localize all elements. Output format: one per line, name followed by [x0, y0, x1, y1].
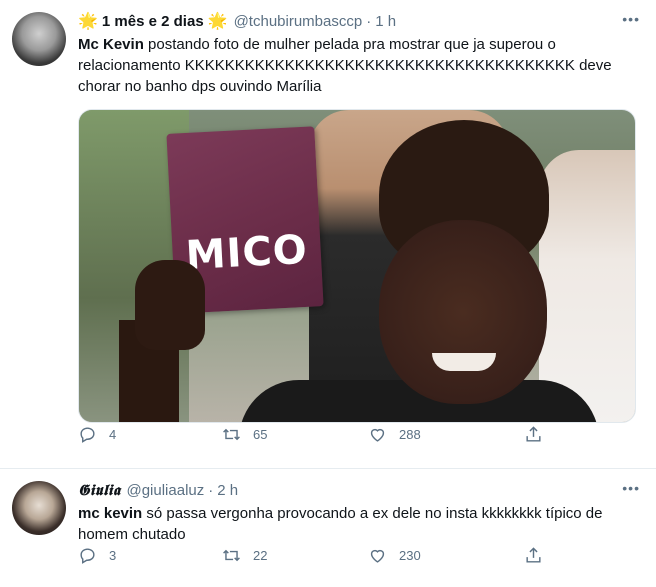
reply-icon [80, 426, 95, 443]
media-smile [432, 353, 496, 371]
share-button[interactable] [524, 425, 543, 444]
share-button[interactable] [524, 546, 543, 565]
retweet-icon [223, 549, 240, 561]
retweet-count: 22 [253, 547, 268, 563]
avatar[interactable] [12, 481, 66, 535]
display-name[interactable]: 1 mês e 2 dias [102, 13, 204, 30]
media-face [379, 220, 547, 404]
user-handle[interactable]: @tchubirumbasccp [234, 13, 363, 30]
reply-icon [80, 547, 95, 564]
like-count: 230 [399, 547, 421, 563]
tweet-text: mc kevin só passa vergonha provocando a … [78, 503, 642, 545]
user-handle[interactable]: @giuliaaluz [126, 482, 204, 499]
like-icon [370, 549, 385, 563]
star-emoji-icon: 🌟 [207, 13, 228, 30]
media-hand [135, 260, 205, 350]
more-icon[interactable]: ••• [622, 481, 640, 495]
retweet-icon [223, 428, 240, 440]
reply-count: 4 [109, 426, 117, 442]
tweet-media-image[interactable]: MICO [78, 109, 636, 423]
separator-dot: · [208, 481, 214, 499]
retweet-button[interactable]: 22 [222, 546, 267, 565]
star-emoji-icon: 🌟 [78, 13, 98, 30]
more-icon[interactable]: ••• [622, 12, 640, 26]
timestamp[interactable]: 1 h [375, 13, 396, 30]
reply-button[interactable]: 3 [78, 546, 116, 565]
share-icon [526, 546, 541, 563]
separator-dot: · [366, 12, 372, 30]
retweet-button[interactable]: 65 [222, 425, 267, 444]
retweet-count: 65 [253, 426, 268, 442]
tweet-text-body: só passa vergonha provocando a ex dele n… [78, 505, 603, 543]
share-icon [526, 425, 541, 442]
display-name[interactable]: 𝕲𝖎𝖚𝖑𝖎𝖆 [78, 481, 120, 499]
tweet-text: Mc Kevin postando foto de mulher pelada … [78, 34, 642, 97]
like-button[interactable]: 288 [368, 425, 421, 444]
timestamp[interactable]: 2 h [217, 482, 238, 499]
like-button[interactable]: 230 [368, 546, 421, 565]
avatar[interactable] [12, 12, 66, 66]
tweet[interactable]: 𝕲𝖎𝖚𝖑𝖎𝖆 @giuliaaluz · 2 h ••• mc kevin só… [0, 469, 656, 587]
reply-button[interactable]: 4 [78, 425, 116, 444]
tweet-header: 🌟 1 mês e 2 dias 🌟 @tchubirumbasccp · 1 … [78, 10, 642, 32]
like-icon [370, 428, 385, 442]
like-count: 288 [399, 426, 421, 442]
tweet-header: 𝕲𝖎𝖚𝖑𝖎𝖆 @giuliaaluz · 2 h [78, 479, 642, 501]
tweet-text-body: postando foto de mulher pelada pra mostr… [78, 36, 612, 95]
tweet-text-bold: mc kevin [78, 505, 143, 522]
tweet[interactable]: 🌟 1 mês e 2 dias 🌟 @tchubirumbasccp · 1 … [0, 0, 656, 469]
tweet-text-bold: Mc Kevin [78, 36, 144, 53]
reply-count: 3 [109, 547, 117, 563]
